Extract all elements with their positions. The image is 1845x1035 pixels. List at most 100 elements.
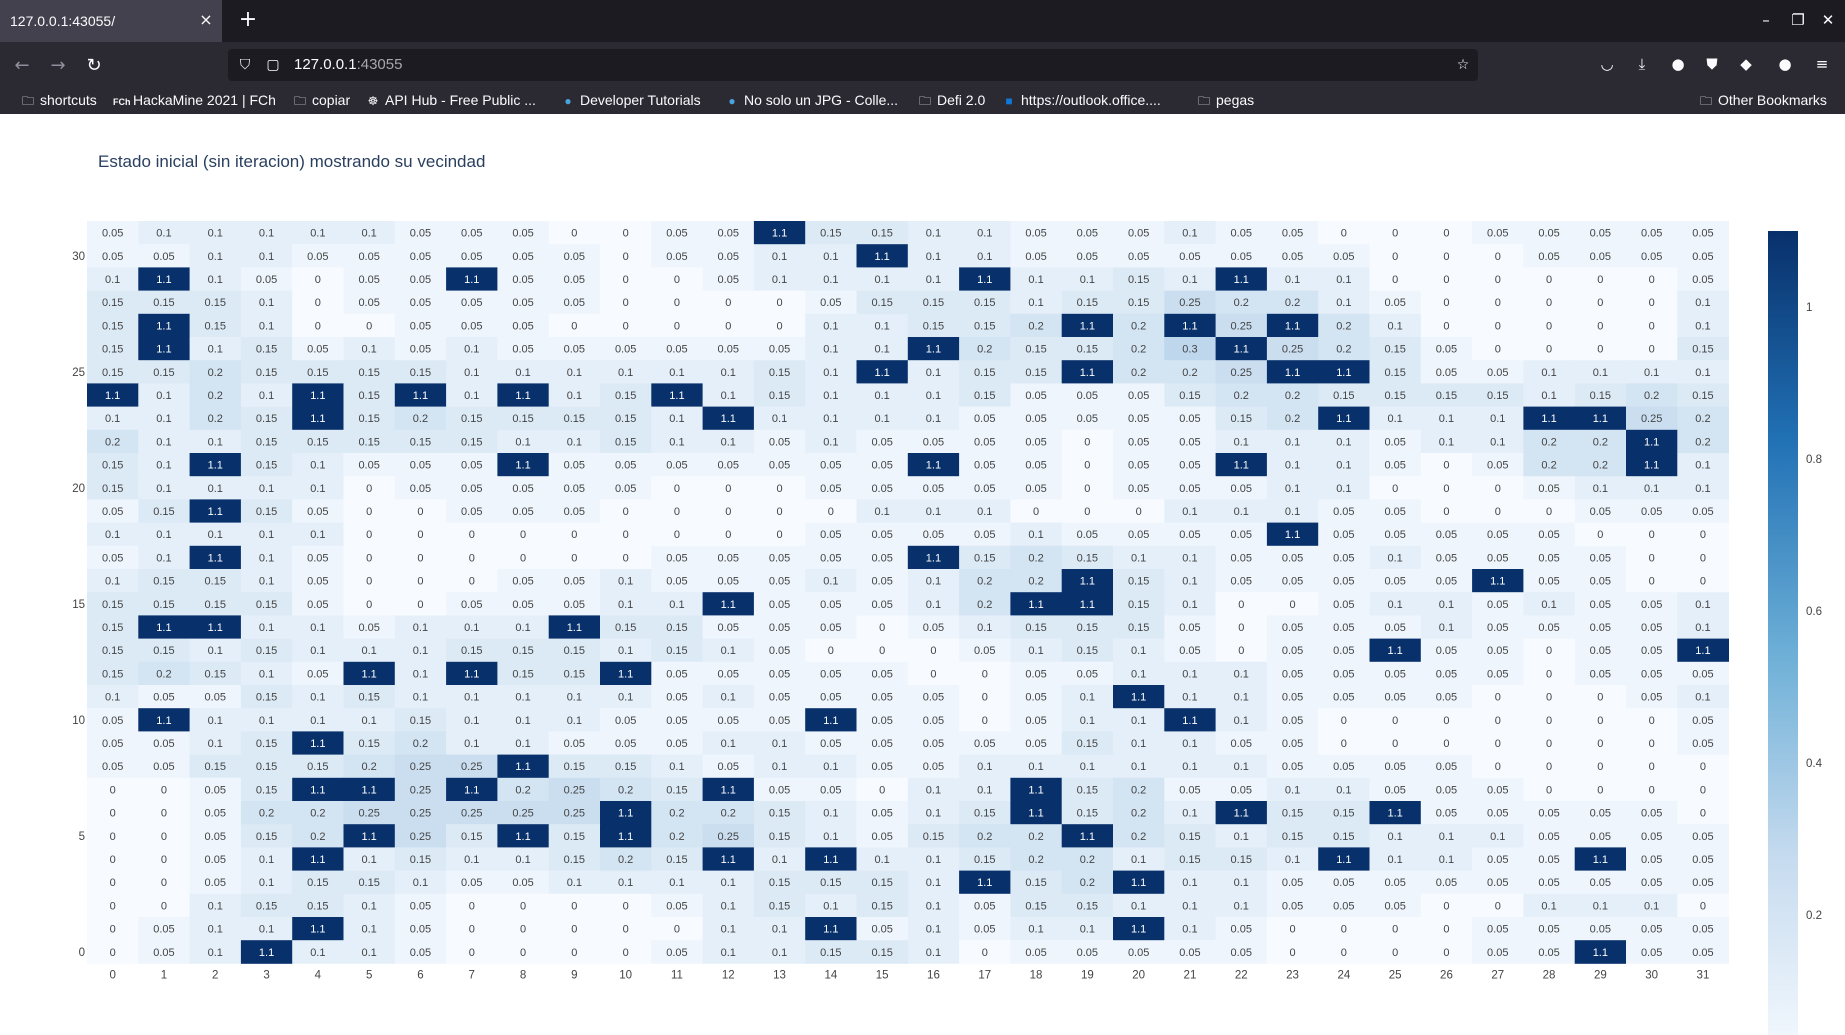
cell-value-label: 0.15	[666, 854, 687, 866]
cell-value-label: 0.15	[974, 552, 995, 564]
cell-value-label: 0.05	[1282, 900, 1303, 912]
back-icon[interactable]: ←	[10, 54, 34, 78]
cell-value-label: 1.1	[618, 668, 633, 680]
cell-value-label: 0	[674, 274, 680, 286]
cell-value-label: 0.05	[1179, 947, 1200, 959]
cell-value-label: 0	[469, 552, 475, 564]
cell-value-label: 1.1	[1593, 413, 1608, 425]
cell-value-label: 0.1	[208, 900, 223, 912]
cell-value-label: 0.1	[208, 715, 223, 727]
cell-value-label: 0.1	[926, 947, 941, 959]
cell-value-label: 1.1	[362, 784, 377, 796]
cell-value-label: 0	[1546, 320, 1552, 332]
cell-value-label: 0.05	[718, 251, 739, 263]
shield-icon[interactable]: ⛉	[236, 56, 254, 74]
cell-value-label: 1.1	[515, 831, 530, 843]
bookmark-no-solo-jpg[interactable]: ● No solo un JPG - Colle...	[724, 90, 898, 110]
cell-value-label: 0	[930, 645, 936, 657]
bookmark-hackamine[interactable]: FCh HackaMine 2021 | FCh	[113, 90, 276, 110]
cell-value-label: 0.2	[977, 344, 992, 356]
cell-value-label: 0	[1392, 924, 1398, 936]
cell-value-label: 0.05	[820, 668, 841, 680]
cell-value-label: 0.05	[512, 576, 533, 588]
bookmark-shortcuts[interactable]: 🗀 shortcuts	[20, 90, 97, 110]
cell-value-label: 0.05	[1231, 552, 1252, 564]
cell-value-label: 0	[1289, 947, 1295, 959]
reload-icon[interactable]: ↻	[82, 54, 106, 78]
shield-extension-icon[interactable]: ⛊	[1700, 52, 1724, 76]
cell-value-label: 0	[1443, 506, 1449, 518]
cell-value-label: 0.1	[1028, 645, 1043, 657]
cell-value-label: 0.15	[871, 228, 892, 240]
cell-value-label: 0.15	[769, 877, 790, 889]
url-bar[interactable]: ⛉ ▢ 127.0.0.1:43055 ☆	[228, 49, 1478, 81]
forward-icon[interactable]: →	[46, 54, 70, 78]
cell-value-label: 1.1	[1131, 692, 1146, 704]
bookmark-developer-tutorials[interactable]: ● Developer Tutorials	[560, 90, 700, 110]
page-icon: ▢	[266, 57, 280, 73]
cell-value-label: 0.2	[1285, 390, 1300, 402]
x-tick-label: 6	[417, 969, 423, 981]
metamask-icon[interactable]: ◆	[1734, 52, 1758, 76]
cell-value-label: 0.25	[410, 784, 431, 796]
cell-value-label: 0.2	[1131, 344, 1146, 356]
cell-value-label: 0	[1341, 738, 1347, 750]
cell-value-label: 0	[1392, 738, 1398, 750]
menu-icon[interactable]: ≡	[1810, 52, 1834, 76]
extension-orange-icon[interactable]: ●	[1773, 52, 1797, 76]
cell-value-label: 0	[1443, 483, 1449, 495]
cell-value-label: 0.1	[875, 506, 890, 518]
cell-value-label: 0.05	[871, 761, 892, 773]
bookmark-star-icon[interactable]: ☆	[1454, 56, 1472, 74]
cell-value-label: 0.1	[618, 599, 633, 611]
cell-value-label: 0.15	[564, 854, 585, 866]
active-tab[interactable]: 127.0.0.1:43055/ ×	[0, 0, 222, 42]
cell-value-label: 1.1	[362, 668, 377, 680]
cell-value-label: 0.15	[974, 808, 995, 820]
cell-value-label: 0	[1546, 668, 1552, 680]
new-tab-icon[interactable]: +	[236, 9, 260, 33]
download-icon[interactable]: ⤓	[1630, 52, 1654, 76]
close-tab-icon[interactable]: ×	[196, 10, 216, 30]
cell-value-label: 0.15	[256, 900, 277, 912]
cell-value-label: 1.1	[208, 460, 223, 472]
extension-d-icon[interactable]: ●	[1666, 52, 1690, 76]
cell-value-label: 0.05	[410, 483, 431, 495]
cell-value-label: 0.1	[926, 228, 941, 240]
cell-value-label: 0.2	[156, 668, 171, 680]
other-bookmarks[interactable]: 🗀 Other Bookmarks	[1698, 90, 1827, 110]
cell-value-label: 0.15	[769, 900, 790, 912]
cell-value-label: 0	[1700, 576, 1706, 588]
cell-value-label: 0.15	[666, 784, 687, 796]
pocket-icon[interactable]: ◡	[1595, 52, 1619, 76]
cell-value-label: 0.1	[977, 784, 992, 796]
bookmark-copiar[interactable]: 🗀 copiar	[292, 90, 350, 110]
cell-value-label: 0.15	[1384, 367, 1405, 379]
bookmark-api-hub[interactable]: ☸ API Hub - Free Public ...	[365, 90, 536, 110]
x-tick-label: 13	[773, 969, 786, 981]
cell-value-label: 0.1	[259, 297, 274, 309]
url-text[interactable]: 127.0.0.1:43055	[294, 56, 402, 73]
minimize-icon[interactable]: –	[1756, 10, 1776, 30]
cell-value-label: 0.15	[1077, 622, 1098, 634]
cell-value-label: 0.2	[1131, 831, 1146, 843]
cell-value-label: 0.05	[461, 228, 482, 240]
cell-value-label: 0.15	[564, 413, 585, 425]
bookmark-outlook[interactable]: ■ https://outlook.office....	[1001, 90, 1160, 110]
cell-value-label: 1.1	[310, 738, 325, 750]
heatmap-chart[interactable]: 0.05 0.1 0.1 0.1 0.1 0.1 0.05 0.05 0.05 0 0 0.05 0.0…	[0, 114, 1845, 1035]
cell-value-label: 0	[110, 924, 116, 936]
bookmark-pegas[interactable]: 🗀 pegas	[1196, 90, 1254, 110]
cell-value-label: 0.15	[1282, 831, 1303, 843]
cell-value-label: 0.15	[615, 761, 636, 773]
cell-value-label: 0.2	[977, 831, 992, 843]
cell-value-label: 0	[1341, 715, 1347, 727]
window-close-icon[interactable]: ✕	[1818, 10, 1838, 30]
cell-value-label: 0.15	[666, 645, 687, 657]
bookmark-defi[interactable]: 🗀 Defi 2.0	[917, 90, 985, 110]
x-tick-label: 0	[109, 969, 115, 981]
cell-value-label: 0.15	[1128, 576, 1149, 588]
cell-value-label: 0.25	[718, 831, 739, 843]
cell-value-label: 0.05	[1641, 692, 1662, 704]
restore-icon[interactable]: ❐	[1788, 10, 1808, 30]
